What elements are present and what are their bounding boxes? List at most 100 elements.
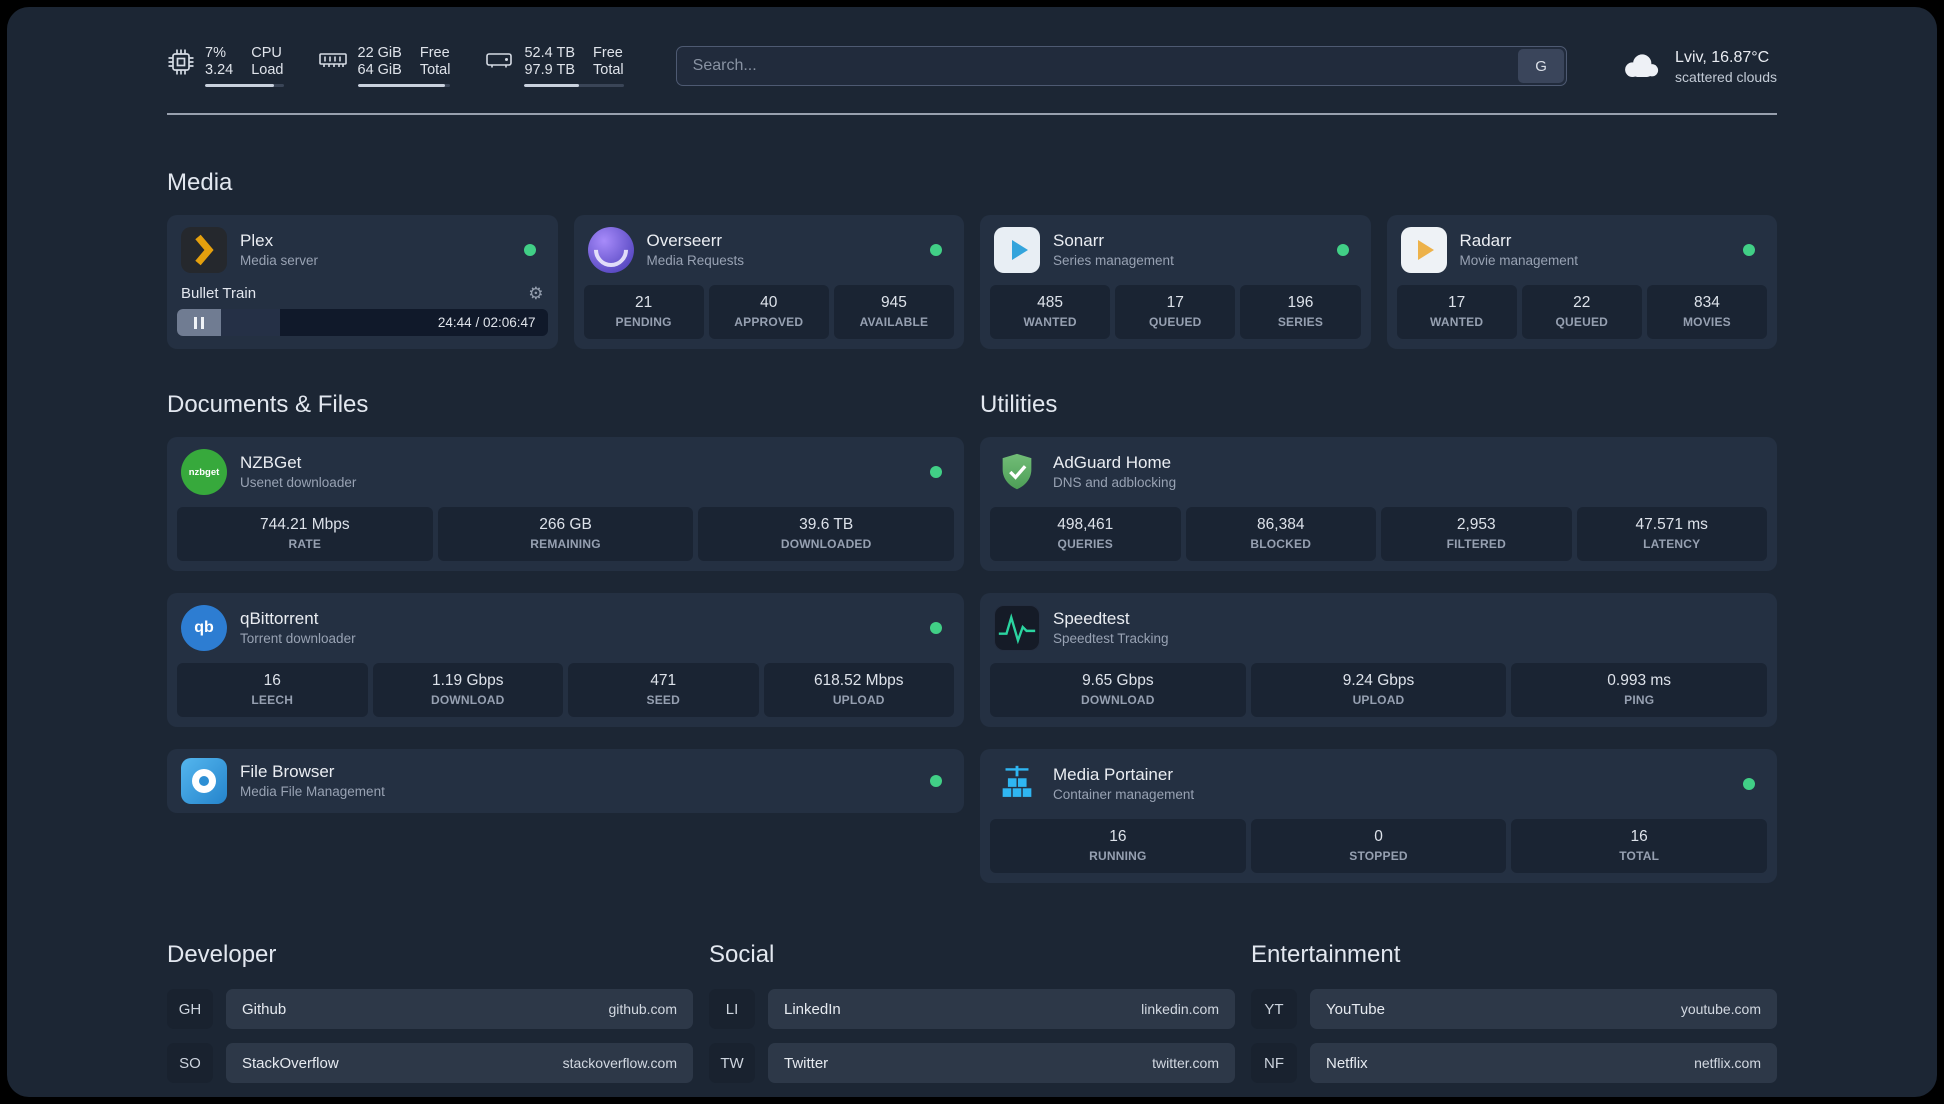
- bookmark-linkedin[interactable]: LI LinkedIn linkedin.com: [709, 989, 1235, 1029]
- stat-value: 17: [1166, 294, 1184, 311]
- stat-label: SERIES: [1277, 315, 1324, 329]
- stat-label: STOPPED: [1349, 849, 1408, 863]
- stat-label: RATE: [288, 537, 322, 551]
- stat-approved: 40 APPROVED: [708, 285, 829, 339]
- card-plex[interactable]: Plex Media server Bullet Train ⚙ 24:44 /…: [167, 215, 558, 349]
- topbar: 7% 3.24 CPU Load 22 GiB 64 GiB Free Tota…: [167, 45, 1777, 87]
- cpu-load-value: 3.24: [205, 62, 234, 78]
- stat-label: BLOCKED: [1250, 537, 1312, 551]
- status-dot: [930, 622, 942, 634]
- cpu-icon: [168, 49, 194, 75]
- bookmark-youtube[interactable]: YT YouTube youtube.com: [1251, 989, 1777, 1029]
- bookmark-stackoverflow[interactable]: SO StackOverflow stackoverflow.com: [167, 1043, 693, 1083]
- stat-queued: 22 QUEUED: [1521, 285, 1642, 339]
- stat-queued: 17 QUEUED: [1115, 285, 1236, 339]
- stat-value: 86,384: [1257, 516, 1305, 533]
- stat-label: FILTERED: [1446, 537, 1506, 551]
- section-title-utilities: Utilities: [980, 391, 1058, 418]
- stat-label: TOTAL: [1619, 849, 1660, 863]
- bookmark-link[interactable]: Netflix netflix.com: [1310, 1043, 1777, 1083]
- bookmark-netflix[interactable]: NF Netflix netflix.com: [1251, 1043, 1777, 1083]
- stat-latency: 47.571 ms LATENCY: [1576, 507, 1767, 561]
- cloud-icon: [1625, 54, 1659, 77]
- card-filebrowser[interactable]: File Browser Media File Management: [167, 749, 964, 813]
- search-provider-button[interactable]: G: [1518, 49, 1565, 83]
- bookmark-url: github.com: [608, 1001, 677, 1017]
- dashboard: 7% 3.24 CPU Load 22 GiB 64 GiB Free Tota…: [7, 7, 1937, 1097]
- stat-value: 834: [1693, 294, 1720, 311]
- cpu-usage: 7%: [205, 45, 226, 61]
- bookmark-name: YouTube: [1326, 1000, 1385, 1018]
- bookmark-url: netflix.com: [1694, 1055, 1761, 1071]
- stat-label: RUNNING: [1089, 849, 1147, 863]
- qbittorrent-icon: qb: [181, 605, 227, 651]
- card-sonarr[interactable]: Sonarr Series management 485 WANTED 17 QUEU…: [980, 215, 1371, 349]
- adguard-stats: 498,461 QUERIES 86,384 BLOCKED 2,953 FILTERED…: [990, 507, 1767, 561]
- card-speedtest[interactable]: Speedtest Speedtest Tracking 9.65 Gbps DO…: [980, 593, 1777, 727]
- stat-value: 47.571 ms: [1635, 516, 1708, 533]
- bookmark-url: stackoverflow.com: [562, 1055, 677, 1071]
- bookmark-link[interactable]: StackOverflow stackoverflow.com: [226, 1043, 693, 1083]
- section-title-documents: Documents & Files: [167, 391, 369, 418]
- memory-free: 22 GiB: [357, 45, 402, 61]
- cpu-widget: 7% 3.24 CPU Load: [167, 45, 284, 87]
- bookmark-link[interactable]: LinkedIn linkedin.com: [768, 989, 1235, 1029]
- free-label: Free: [419, 45, 450, 61]
- app-name: File Browser: [240, 762, 335, 781]
- plex-now-playing: Bullet Train ⚙ 24:44 / 02:06:47: [177, 285, 548, 336]
- app-name: Media Portainer: [1053, 765, 1174, 784]
- disk-widget: 52.4 TB 97.9 TB Free Total: [484, 45, 624, 87]
- entertainment-bookmark-list: YT YouTube youtube.com NF Netflix netflix.com…: [1251, 989, 1777, 1097]
- stat-value: 40: [760, 294, 778, 311]
- plex-progress-bar[interactable]: 24:44 / 02:06:47: [177, 309, 548, 336]
- weather-widget: Lviv, 16.87°C scattered clouds: [1619, 47, 1777, 86]
- stat-value: 0.993 ms: [1607, 672, 1672, 689]
- stat-label: DOWNLOAD: [1081, 693, 1155, 707]
- bookmark-link[interactable]: Twitter twitter.com: [768, 1043, 1235, 1083]
- bookmark-twitter[interactable]: TW Twitter twitter.com: [709, 1043, 1235, 1083]
- card-qbittorrent[interactable]: qb qBittorrent Torrent downloader 16 LEEC…: [167, 593, 964, 727]
- pause-button[interactable]: [177, 309, 221, 336]
- overseerr-icon: [587, 227, 634, 273]
- stat-total: 16 TOTAL: [1511, 819, 1768, 873]
- stat-label: QUEUED: [1555, 315, 1609, 329]
- app-name: Overseerr: [646, 231, 723, 250]
- stat-movies: 834 MOVIES: [1646, 285, 1768, 339]
- nzbget-icon-text: nzbget: [188, 466, 220, 478]
- bookmarks-entertainment: Entertainment YT YouTube youtube.com NF Netf…: [1251, 941, 1777, 1097]
- disk-total: 97.9 TB: [524, 62, 576, 78]
- card-radarr[interactable]: Radarr Movie management 17 WANTED 22 QUEUED…: [1386, 215, 1777, 349]
- filebrowser-icon: [181, 758, 227, 804]
- radarr-icon: [1400, 227, 1447, 273]
- stat-value: 744.21 Mbps: [260, 516, 350, 533]
- bookmark-abbr: NF: [1251, 1043, 1297, 1083]
- bookmark-link[interactable]: YouTube youtube.com: [1310, 989, 1777, 1029]
- disk-labels: Free Total: [593, 45, 624, 79]
- status-dot: [930, 244, 942, 256]
- cpu-labels: CPU Load: [251, 45, 283, 79]
- gear-icon[interactable]: ⚙: [528, 285, 543, 302]
- status-dot: [1743, 244, 1755, 256]
- card-portainer[interactable]: Media Portainer Container management 16 R…: [980, 749, 1777, 883]
- stat-upload: 9.24 Gbps UPLOAD: [1250, 663, 1507, 717]
- search-input[interactable]: [675, 46, 1568, 86]
- cpu-values: 7% 3.24: [205, 45, 233, 79]
- app-name: Radarr: [1459, 231, 1512, 250]
- nzbget-icon: nzbget: [181, 449, 227, 495]
- app-subtitle: Movie management: [1459, 253, 1579, 268]
- stat-label: WANTED: [1023, 315, 1077, 329]
- total-label: Total: [593, 62, 624, 78]
- stat-leech: 16 LEECH: [177, 663, 368, 717]
- stat-label: UPLOAD: [832, 693, 885, 707]
- app-subtitle: Series management: [1053, 253, 1174, 268]
- bookmark-github[interactable]: GH Github github.com: [167, 989, 693, 1029]
- stat-wanted: 485 WANTED: [990, 285, 1111, 339]
- status-dot: [1336, 244, 1349, 256]
- stat-label: MOVIES: [1682, 315, 1731, 329]
- card-adguard[interactable]: AdGuard Home DNS and adblocking 498,461 Q…: [980, 437, 1777, 571]
- bookmark-link[interactable]: Github github.com: [226, 989, 693, 1029]
- card-overseerr[interactable]: Overseerr Media Requests 21 PENDING 40 APPR…: [573, 215, 964, 349]
- stat-pending: 21 PENDING: [583, 285, 704, 339]
- card-nzbget[interactable]: nzbget NZBGet Usenet downloader 744.21 M…: [167, 437, 964, 571]
- memory-bar: [357, 84, 451, 87]
